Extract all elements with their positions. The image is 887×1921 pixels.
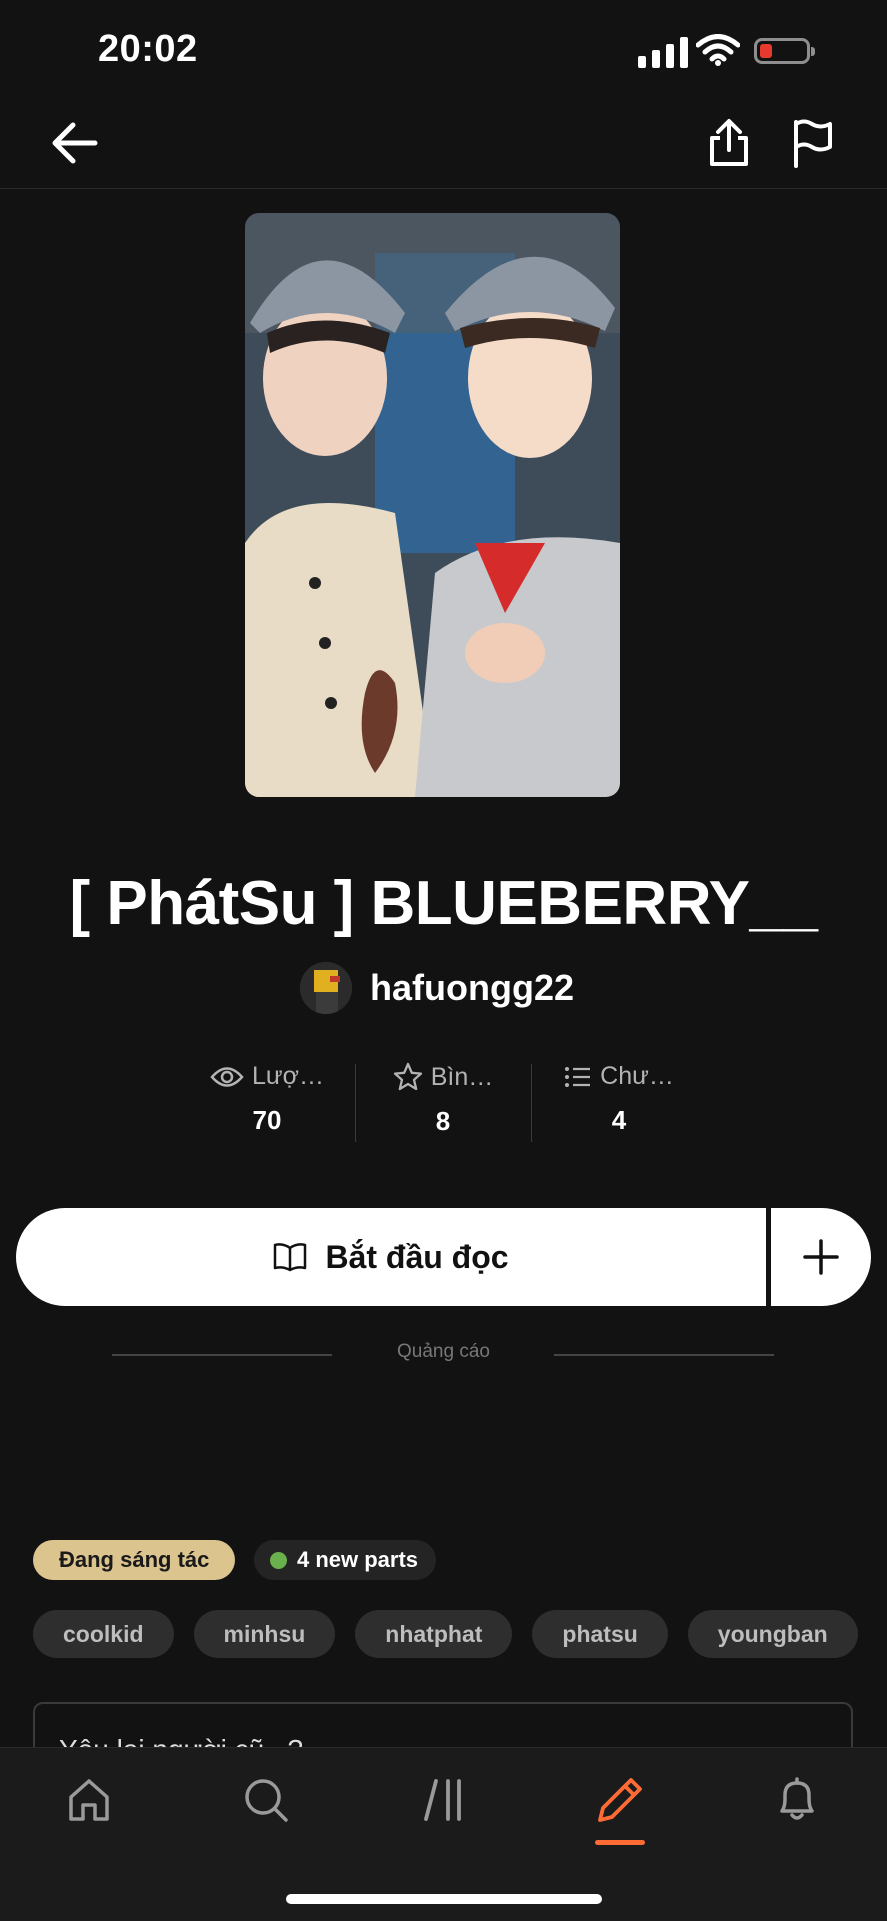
book-icon xyxy=(274,1243,307,1272)
tab-library[interactable] xyxy=(399,1768,489,1832)
tag-chip[interactable]: coolkid xyxy=(33,1610,174,1658)
author-avatar[interactable] xyxy=(300,962,352,1014)
battery-icon xyxy=(754,38,815,64)
arrow-left-icon xyxy=(52,122,98,164)
back-button[interactable] xyxy=(40,112,110,174)
stat-votes: Bìn… 8 xyxy=(358,1062,528,1137)
tab-notifications[interactable] xyxy=(752,1768,842,1832)
report-button[interactable] xyxy=(784,112,842,174)
tag-chip[interactable]: minhsu xyxy=(193,1610,336,1658)
stat-votes-label: Bìn… xyxy=(430,1062,494,1091)
new-parts-label: 4 new parts xyxy=(297,1547,419,1572)
start-reading-label: Bắt đầu đọc xyxy=(325,1238,509,1275)
story-title: [ PhátSu ] BLUEBERRY__ xyxy=(69,869,818,938)
new-parts-badge: 4 new parts xyxy=(254,1540,437,1580)
stat-parts-value: 4 xyxy=(611,1105,627,1135)
list-icon xyxy=(565,1066,591,1087)
pencil-icon xyxy=(598,1778,642,1822)
ad-label: Quảng cáo xyxy=(397,1341,490,1362)
stat-divider xyxy=(355,1064,356,1142)
home-indicator xyxy=(286,1894,602,1904)
search-icon xyxy=(245,1779,288,1822)
wifi-icon xyxy=(695,34,741,71)
bell-icon xyxy=(780,1777,814,1820)
tag-chip[interactable]: nhatphat xyxy=(355,1610,513,1658)
nav-divider xyxy=(0,188,887,189)
share-button[interactable] xyxy=(700,112,758,174)
stat-reads-value: 70 xyxy=(252,1105,282,1135)
start-reading-button[interactable]: Bắt đầu đọc xyxy=(16,1208,766,1306)
tab-home[interactable] xyxy=(44,1768,134,1832)
active-tab-indicator xyxy=(595,1840,645,1845)
eye-icon xyxy=(210,1066,244,1087)
tab-write[interactable] xyxy=(575,1768,665,1832)
cellular-signal-icon xyxy=(638,36,688,68)
home-icon xyxy=(69,1779,109,1821)
new-indicator-dot xyxy=(270,1551,287,1569)
author-link[interactable]: hafuongg22 xyxy=(300,962,574,1014)
plus-icon xyxy=(803,1239,839,1275)
tag-chip[interactable]: phatsu xyxy=(532,1610,668,1658)
add-to-library-button[interactable] xyxy=(771,1208,871,1306)
author-name[interactable]: hafuongg22 xyxy=(370,967,574,1009)
stat-parts-label: Chư… xyxy=(600,1062,674,1090)
flag-icon xyxy=(794,119,832,168)
tag-list: coolkid minhsu nhatphat phatsu youngban xyxy=(33,1610,858,1658)
stat-divider xyxy=(531,1064,532,1142)
status-badge: Đang sáng tác xyxy=(33,1540,236,1580)
tag-chip[interactable]: youngban xyxy=(687,1610,858,1658)
stat-votes-value: 8 xyxy=(435,1106,451,1136)
story-cover-image[interactable] xyxy=(245,213,620,797)
library-icon xyxy=(424,1779,461,1821)
status-time: 20:02 xyxy=(98,28,198,70)
stat-reads-label: Lượ… xyxy=(251,1062,325,1090)
tab-search[interactable] xyxy=(221,1768,311,1832)
share-icon xyxy=(710,119,748,166)
stat-parts: Chư… 4 xyxy=(534,1062,704,1136)
star-icon xyxy=(393,1062,422,1091)
stat-reads: Lượ… 70 xyxy=(182,1062,352,1136)
